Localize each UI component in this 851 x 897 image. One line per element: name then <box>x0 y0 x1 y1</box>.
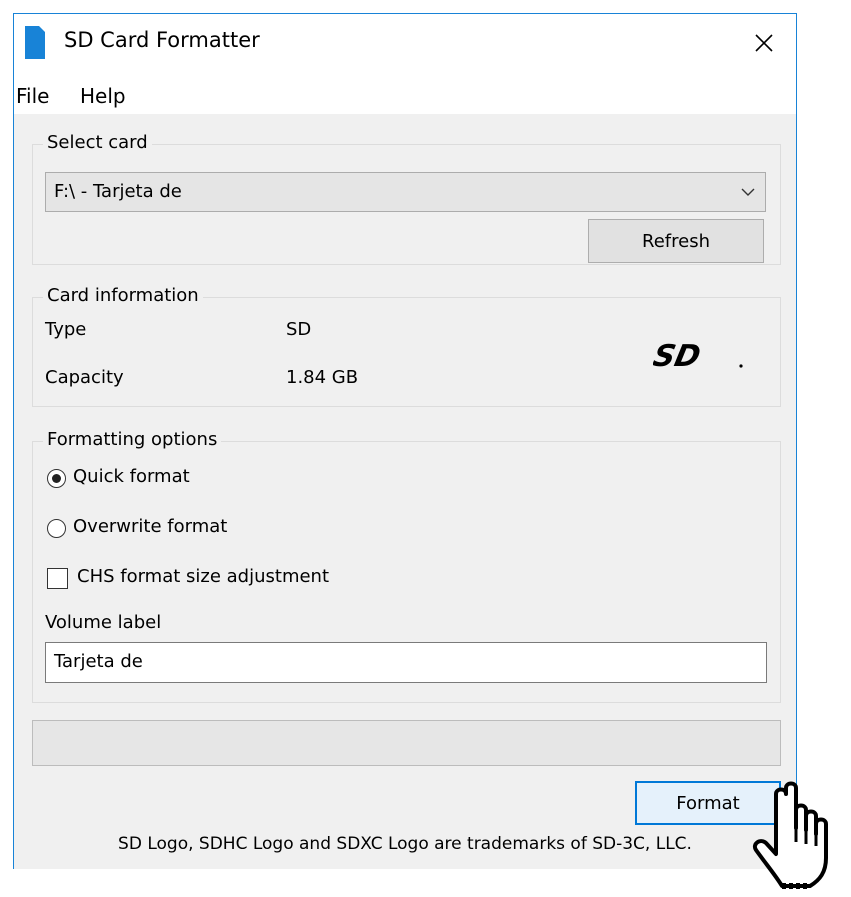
overwrite-format-label[interactable]: Overwrite format <box>73 516 227 537</box>
select-card-legend: Select card <box>43 132 152 153</box>
window-title: SD Card Formatter <box>64 28 260 52</box>
trademark-footer: SD Logo, SDHC Logo and SDXC Logo are tra… <box>118 834 692 854</box>
capacity-label: Capacity <box>45 367 124 388</box>
sd-card-icon <box>25 26 45 59</box>
refresh-button[interactable]: Refresh <box>588 219 764 263</box>
menu-file[interactable]: File <box>16 84 49 108</box>
card-select-value: F:\ - Tarjeta de <box>54 181 182 202</box>
chs-adjustment-checkbox[interactable] <box>47 568 68 589</box>
menu-help[interactable]: Help <box>80 84 126 108</box>
formatting-options-legend: Formatting options <box>43 429 222 450</box>
format-progress-bar <box>32 720 781 766</box>
title-bar: SD Card Formatter <box>14 14 796 72</box>
select-card-group: Select card F:\ - Tarjeta de Refresh <box>32 132 781 265</box>
close-icon <box>755 34 773 52</box>
sd-logo: SD <box>653 340 743 372</box>
type-label: Type <box>45 319 87 340</box>
formatting-options-group: Formatting options Quick format Overwrit… <box>32 429 781 703</box>
volume-label-caption: Volume label <box>45 612 162 633</box>
card-select-dropdown[interactable]: F:\ - Tarjeta de <box>45 172 766 212</box>
overwrite-format-radio[interactable] <box>47 519 66 538</box>
hand-pointer-icon <box>753 781 828 889</box>
type-value: SD <box>286 319 312 340</box>
capacity-value: 1.84 GB <box>286 367 359 388</box>
sd-card-formatter-window: SD Card Formatter File Help Select card … <box>13 13 797 869</box>
close-button[interactable] <box>732 14 796 72</box>
card-information-group: Card information Type SD Capacity 1.84 G… <box>32 285 781 407</box>
sd-logo-text: SD <box>653 340 704 372</box>
volume-label-value: Tarjeta de <box>54 651 143 672</box>
card-information-legend: Card information <box>43 285 203 306</box>
menu-bar: File Help <box>14 72 796 114</box>
quick-format-label[interactable]: Quick format <box>73 466 190 487</box>
chs-adjustment-label[interactable]: CHS format size adjustment <box>77 566 329 587</box>
quick-format-radio[interactable] <box>47 469 66 488</box>
chevron-down-icon <box>741 188 755 196</box>
volume-label-input[interactable]: Tarjeta de <box>45 642 767 683</box>
